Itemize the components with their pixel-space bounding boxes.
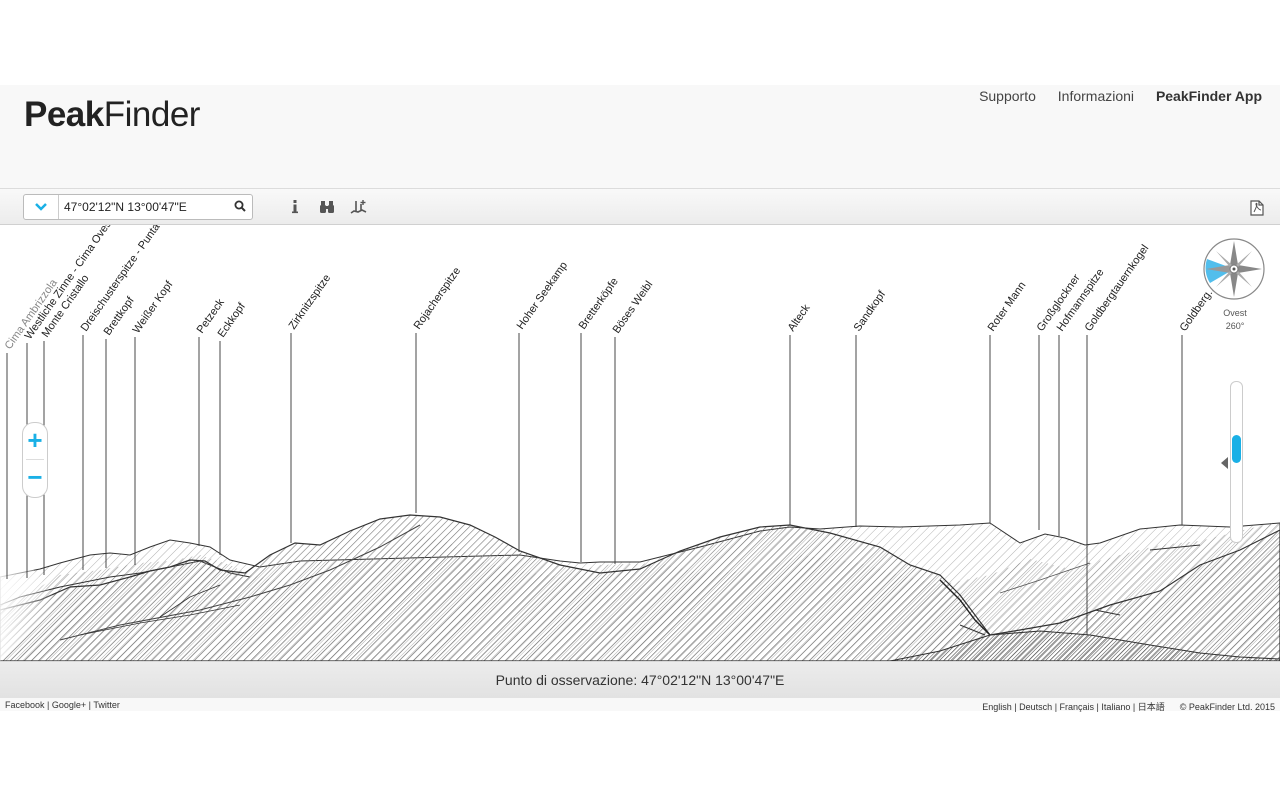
peak-label[interactable]: Zirknitzspitze [287,272,334,331]
footer-right: English | Deutsch | Français | Italiano … [982,702,1275,712]
lang-japanese[interactable]: 日本語 [1138,702,1165,712]
height-slider-knob[interactable] [1232,435,1241,463]
observation-point-label: Punto di osservazione: 47°02'12"N 13°00'… [495,672,785,688]
peak-label[interactable]: Weißer Kopf [131,278,176,336]
compass-readout: Ovest 260° [1212,307,1258,333]
social-links: Facebook | Google+ | Twitter [5,700,120,710]
peak-label[interactable]: Sandkopf [852,288,889,334]
lang-english[interactable]: English [982,702,1012,712]
zoom-in-button[interactable]: + [23,423,47,459]
logo-regular-text: Finder [103,95,201,134]
twitter-link[interactable]: Twitter [93,700,120,710]
peak-label[interactable]: Alteck [786,302,813,334]
panorama-drawing[interactable]: Cima AmbrizzolaWestliche Zinne - Cima Ov… [0,225,1280,661]
compass-degrees: 260° [1225,321,1245,331]
nav-link-supporto[interactable]: Supporto [979,88,1036,104]
nav-link-peakfinder-app[interactable]: PeakFinder App [1156,88,1262,104]
top-navigation: Supporto Informazioni PeakFinder App [961,88,1262,104]
peak-label[interactable]: Hoher Seekamp [515,260,570,332]
search-icon[interactable] [234,200,246,212]
lang-italiano[interactable]: Italiano [1101,702,1130,712]
peaks-icon[interactable] [350,199,367,215]
footer: Facebook | Google+ | Twitter English | D… [0,698,1280,712]
binoculars-icon[interactable] [319,199,335,215]
peakfinder-app: PeakFinder Supporto Informazioni PeakFin… [0,85,1280,712]
panorama-view[interactable]: Cima Ambrizzola Westliche Zinne - Cima Ov… [0,225,1280,661]
logo-bold-text: Peak [24,95,104,134]
header: PeakFinder Supporto Informazioni PeakFin… [0,85,1280,188]
toolbar [0,188,1280,225]
peak-label[interactable]: Rojacherspitze [412,265,464,331]
peak-labels[interactable]: Cima AmbrizzolaWestliche Zinne - Cima Ov… [3,225,1219,352]
logo[interactable]: PeakFinder [24,95,200,135]
location-search-box [23,194,253,220]
lang-deutsch[interactable]: Deutsch [1019,702,1052,712]
info-icon[interactable] [291,199,299,215]
peak-label[interactable]: Westliche Zinne - Cima Ovest [23,225,116,342]
facebook-link[interactable]: Facebook [5,700,45,710]
lang-francais[interactable]: Français [1060,702,1095,712]
zoom-out-button[interactable]: − [23,460,47,496]
chevron-down-icon [35,203,47,211]
pdf-icon[interactable] [1250,200,1264,216]
slider-arrow-icon[interactable] [1221,457,1228,469]
copyright: © PeakFinder Ltd. 2015 [1179,702,1275,712]
nav-link-informazioni[interactable]: Informazioni [1058,88,1134,104]
status-bar: Punto di osservazione: 47°02'12"N 13°00'… [0,661,1280,698]
peak-label[interactable]: Roter Mann [986,280,1029,334]
zoom-control: + − [22,422,48,498]
compass-direction: Ovest [1223,308,1247,318]
location-dropdown-button[interactable] [24,195,59,219]
height-slider[interactable] [1230,381,1243,543]
coordinates-input[interactable] [64,197,224,216]
compass-icon[interactable] [1202,237,1266,301]
googleplus-link[interactable]: Google+ [52,700,86,710]
